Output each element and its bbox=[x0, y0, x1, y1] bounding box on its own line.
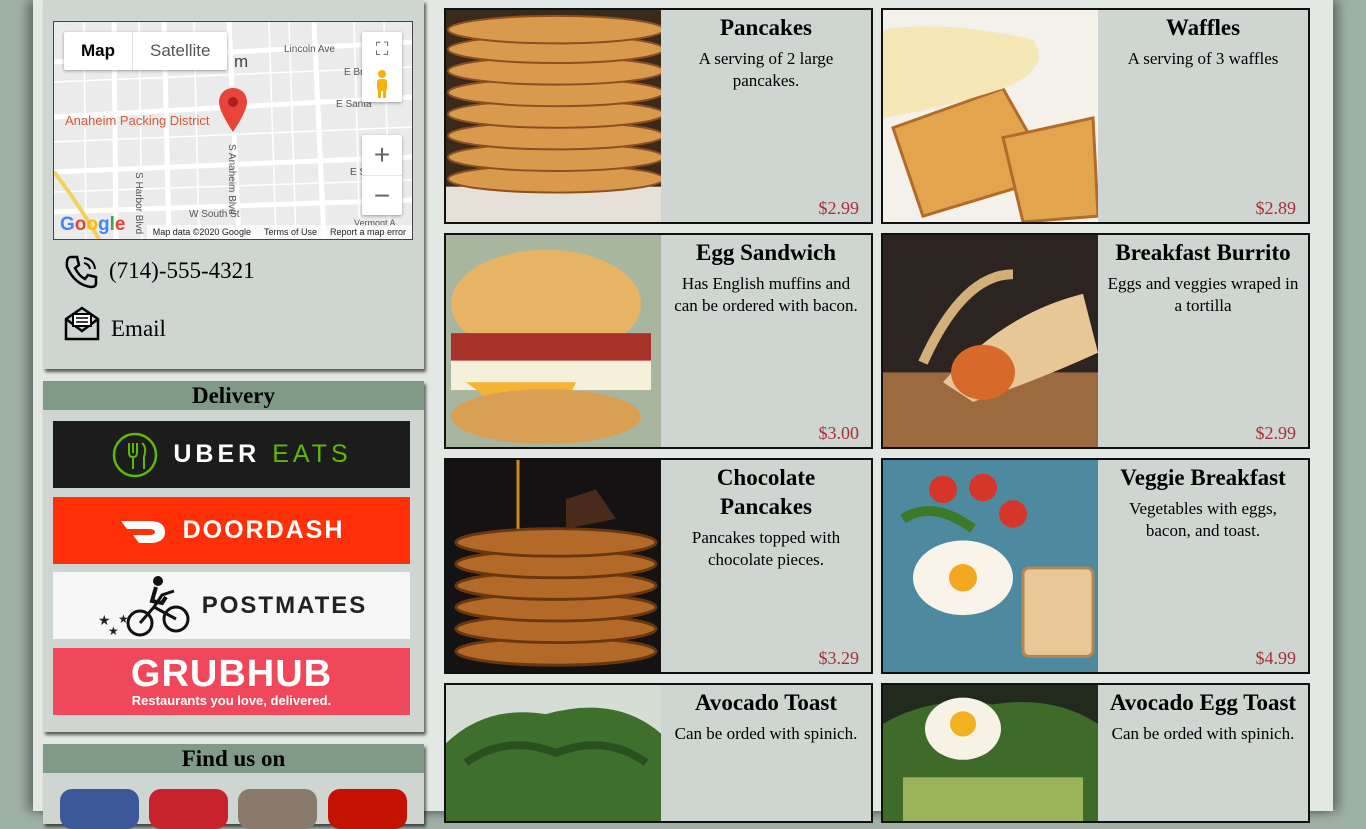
google-logo: Google bbox=[60, 214, 126, 235]
svg-text:★: ★ bbox=[108, 624, 119, 638]
menu-item-price: $4.99 bbox=[1255, 648, 1297, 668]
zoom-controls: + − bbox=[362, 135, 402, 215]
menu-item-description: Has English muffins and can be ordered w… bbox=[674, 274, 858, 315]
phone-icon bbox=[65, 255, 98, 289]
report-map-error-link[interactable]: Report a map error bbox=[330, 225, 406, 239]
map-top-controls: ⛶ bbox=[362, 32, 402, 102]
zoom-in-button[interactable]: + bbox=[362, 135, 402, 176]
menu-item-price: $3.00 bbox=[818, 423, 860, 443]
uber-eats-logo-icon bbox=[113, 432, 158, 477]
menu-item-description: A serving of 2 large pancakes. bbox=[698, 49, 834, 90]
veggie-breakfast-photo bbox=[883, 460, 1098, 672]
menu-item-info: Avocado Toast Can be orded with spinich. bbox=[661, 685, 871, 821]
street-label: m bbox=[234, 52, 249, 71]
terms-link[interactable]: Terms of Use bbox=[264, 225, 317, 239]
uber-eats-label-uber: UBER bbox=[173, 440, 261, 468]
map-marker-icon[interactable] bbox=[219, 88, 247, 137]
doordash-label: DOORDASH bbox=[182, 516, 345, 544]
facebook-icon[interactable] bbox=[60, 789, 139, 829]
egg-sandwich-photo bbox=[446, 235, 661, 447]
menu-item-description: Vegetables with eggs, bacon, and toast. bbox=[1129, 499, 1277, 540]
uber-eats-label-eats: EATS bbox=[272, 440, 352, 468]
delivery-heading: Delivery bbox=[43, 381, 424, 410]
map-footer: Map data ©2020 Google Terms of Use Repor… bbox=[146, 225, 412, 239]
map-type-map-button[interactable]: Map bbox=[64, 32, 133, 70]
menu-item-info: Pancakes A serving of 2 large pancakes. … bbox=[661, 10, 871, 222]
zoom-out-button[interactable]: − bbox=[362, 176, 402, 215]
menu-item-description: A serving of 3 waffles bbox=[1127, 49, 1279, 68]
instagram-icon[interactable] bbox=[238, 789, 317, 829]
find-us-card: Find us on bbox=[43, 744, 424, 829]
email-link: Email bbox=[111, 316, 166, 341]
menu-item-name: Egg Sandwich bbox=[696, 240, 836, 265]
menu-item-name: Breakfast Burrito bbox=[1115, 240, 1291, 265]
uber-eats-button[interactable]: UBER EATS bbox=[53, 421, 410, 488]
yelp-icon[interactable] bbox=[328, 789, 407, 829]
breakfast-burrito-photo bbox=[883, 235, 1098, 447]
postmates-label: POSTMATES bbox=[201, 591, 368, 619]
menu-item-description: Pancakes topped with chocolate pieces. bbox=[691, 528, 841, 569]
chocolate-pancakes-photo bbox=[446, 460, 661, 672]
menu-item-breakfast-burrito[interactable]: Breakfast Burrito Eggs and veggies wrape… bbox=[881, 233, 1310, 449]
menu-item-avocado-egg-toast[interactable]: Avocado Egg Toast Can be orded with spin… bbox=[881, 683, 1310, 823]
fullscreen-icon[interactable]: ⛶ bbox=[362, 32, 402, 67]
menu-item-description: Eggs and veggies wraped in a tortilla bbox=[1107, 274, 1299, 315]
email-row[interactable]: Email bbox=[63, 304, 166, 342]
menu-item-info: Avocado Egg Toast Can be orded with spin… bbox=[1098, 685, 1308, 821]
menu-item-price: $2.99 bbox=[1255, 423, 1297, 443]
pegman-icon[interactable] bbox=[362, 67, 402, 102]
find-us-heading: Find us on bbox=[43, 744, 424, 773]
menu-item-avocado-toast[interactable]: Avocado Toast Can be orded with spinich. bbox=[444, 683, 873, 823]
map-place-label: Anaheim Packing District bbox=[65, 113, 210, 128]
pancakes-photo bbox=[446, 10, 661, 222]
avocado-toast-photo bbox=[446, 685, 661, 821]
menu-item-description: Can be orded with spinich. bbox=[674, 724, 858, 743]
grubhub-tagline: Restaurants you love, delivered. bbox=[131, 693, 332, 708]
menu-item-name: Waffles bbox=[1165, 15, 1241, 40]
doordash-logo-icon bbox=[120, 520, 165, 543]
map-type-control: Map Satellite bbox=[64, 32, 228, 70]
menu-item-veggie-breakfast[interactable]: Veggie Breakfast Vegetables with eggs, b… bbox=[881, 458, 1310, 674]
street-label: Lincoln Ave bbox=[284, 44, 335, 55]
menu-item-egg-sandwich[interactable]: Egg Sandwich Has English muffins and can… bbox=[444, 233, 873, 449]
pinterest-icon[interactable] bbox=[149, 789, 228, 829]
menu-item-price: $2.99 bbox=[818, 198, 860, 218]
grubhub-label: GRUBHUB bbox=[130, 653, 333, 695]
menu-item-description: Can be orded with spinich. bbox=[1111, 724, 1295, 743]
menu-item-chocolate-pancakes[interactable]: Chocolate Pancakes Pancakes topped with … bbox=[444, 458, 873, 674]
email-icon bbox=[64, 306, 100, 341]
postmates-courier-icon: ★ ★ ★ bbox=[98, 575, 190, 638]
menu-item-pancakes[interactable]: Pancakes A serving of 2 large pancakes. … bbox=[444, 8, 873, 224]
menu-item-name: Pancakes bbox=[720, 15, 812, 40]
doordash-button[interactable]: DOORDASH bbox=[53, 497, 410, 564]
grubhub-button[interactable]: GRUBHUB Restaurants you love, delivered. bbox=[53, 648, 410, 715]
postmates-button[interactable]: ★ ★ ★ POSTMATES bbox=[53, 572, 410, 639]
phone-row[interactable]: (714)-555-4321 bbox=[63, 253, 255, 289]
menu-item-info: Egg Sandwich Has English muffins and can… bbox=[661, 235, 871, 447]
menu-item-name: Avocado Toast bbox=[694, 690, 838, 715]
menu-item-info: Veggie Breakfast Vegetables with eggs, b… bbox=[1098, 460, 1308, 672]
menu-item-price: $3.29 bbox=[818, 648, 860, 668]
menu-item-price: $2.89 bbox=[1255, 198, 1297, 218]
map-data-credit: Map data ©2020 Google bbox=[152, 227, 251, 237]
menu-item-info: Chocolate Pancakes Pancakes topped with … bbox=[661, 460, 871, 672]
menu-item-name: Avocado Egg Toast bbox=[1109, 690, 1297, 715]
delivery-card: Delivery UBER EATS DOORDASH ★ ★ ★ POSTMA… bbox=[43, 381, 424, 732]
street-label: S Anaheim Blvd bbox=[226, 144, 237, 215]
menu-item-name: Veggie Breakfast bbox=[1120, 465, 1286, 490]
waffles-photo bbox=[883, 10, 1098, 222]
menu-item-waffles[interactable]: Waffles A serving of 3 waffles $2.89 bbox=[881, 8, 1310, 224]
contact-card: Lincoln Ave E Broa E Santa E S Vermont A… bbox=[43, 0, 424, 369]
map-widget[interactable]: Lincoln Ave E Broa E Santa E S Vermont A… bbox=[53, 21, 413, 240]
menu-item-info: Breakfast Burrito Eggs and veggies wrape… bbox=[1098, 235, 1308, 447]
map-type-satellite-button[interactable]: Satellite bbox=[133, 32, 227, 70]
phone-number: (714)-555-4321 bbox=[109, 258, 255, 283]
menu-item-name: Chocolate Pancakes bbox=[716, 465, 816, 519]
street-label: S Harbor Blvd bbox=[133, 172, 144, 235]
menu-item-info: Waffles A serving of 3 waffles $2.89 bbox=[1098, 10, 1308, 222]
avocado-egg-toast-photo bbox=[883, 685, 1098, 821]
